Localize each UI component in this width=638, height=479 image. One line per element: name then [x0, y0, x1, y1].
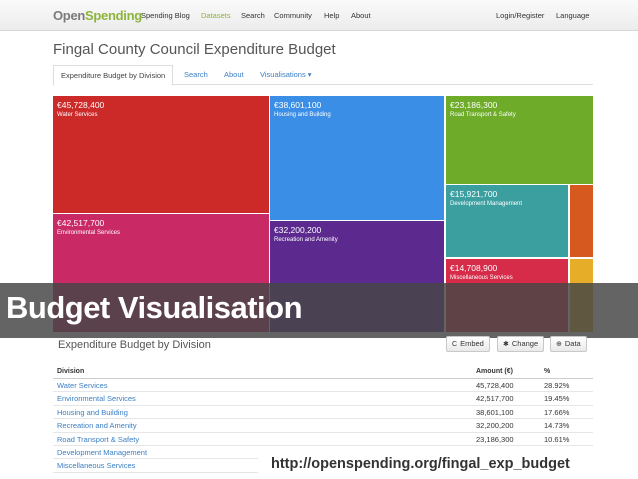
- tab-visualisations[interactable]: Visualisations ▾: [260, 65, 312, 85]
- nav-language[interactable]: Language: [556, 11, 589, 20]
- division-link[interactable]: Water Services: [57, 381, 108, 390]
- tab-bar: Expenditure Budget by Division Search Ab…: [53, 65, 593, 86]
- nav-community[interactable]: Community: [274, 11, 312, 20]
- percent-cell: 10.61%: [544, 434, 570, 444]
- treemap-cell[interactable]: €23,186,300 Road Transport & Safety: [446, 96, 593, 184]
- nav-help[interactable]: Help: [324, 11, 339, 20]
- percent-cell: 28.92%: [544, 381, 570, 390]
- banner-title: Budget Visualisation: [6, 290, 303, 325]
- nav-about[interactable]: About: [351, 11, 371, 20]
- division-link[interactable]: Recreation and Amenity: [57, 421, 137, 430]
- data-icon: ⊕: [556, 341, 562, 348]
- treemap-cell[interactable]: €45,728,400 Water Services: [53, 96, 269, 213]
- treemap-cell[interactable]: €38,601,100 Housing and Building: [270, 96, 444, 220]
- openspending-logo[interactable]: OpenSpending: [53, 8, 142, 23]
- nav-spending-blog[interactable]: Spending Blog: [141, 11, 190, 20]
- table-row: Environmental Services 42,517,700 19.45%: [53, 392, 593, 406]
- division-link[interactable]: Housing and Building: [57, 408, 128, 417]
- treemap-cell[interactable]: [570, 185, 593, 257]
- division-link[interactable]: Development Management: [57, 448, 147, 457]
- tab-search[interactable]: Search: [184, 65, 208, 85]
- nav-search[interactable]: Search: [241, 11, 265, 20]
- amount-cell: 45,728,400: [476, 381, 514, 390]
- embed-button[interactable]: C Embed: [446, 336, 490, 352]
- table-header: Division Amount (€) %: [53, 367, 593, 379]
- percent-cell: 14.73%: [544, 421, 570, 431]
- division-link[interactable]: Road Transport & Safety: [57, 435, 139, 444]
- dataset-url: http://openspending.org/fingal_exp_budge…: [271, 456, 570, 472]
- data-button[interactable]: ⊕ Data: [550, 336, 587, 352]
- table-row: Recreation and Amenity 32,200,200 14.73%: [53, 419, 593, 433]
- percent-cell: 19.45%: [544, 394, 570, 404]
- column-header-division[interactable]: Division: [57, 368, 84, 375]
- division-link[interactable]: Miscellaneous Services: [57, 461, 135, 470]
- top-navbar: OpenSpending Spending Blog Datasets Sear…: [0, 0, 638, 31]
- amount-cell: 32,200,200: [476, 421, 514, 431]
- treemap-cell[interactable]: €15,921,700 Development Management: [446, 185, 568, 257]
- column-header-percent[interactable]: %: [544, 368, 550, 375]
- division-link[interactable]: Environmental Services: [57, 394, 136, 403]
- nav-datasets[interactable]: Datasets: [201, 11, 231, 20]
- amount-cell: 38,601,100: [476, 407, 514, 417]
- embed-icon: C: [452, 341, 458, 348]
- table-row: Water Services 45,728,400 28.92%: [53, 379, 593, 393]
- gear-icon: ✱: [503, 341, 509, 348]
- percent-cell: 17.66%: [544, 407, 570, 417]
- section-title: Expenditure Budget by Division: [58, 339, 211, 351]
- column-header-amount[interactable]: Amount (€): [476, 368, 513, 375]
- amount-cell: 42,517,700: [476, 394, 514, 404]
- page-title: Fingal County Council Expenditure Budget: [53, 41, 336, 58]
- tab-expenditure-budget-by-division[interactable]: Expenditure Budget by Division: [53, 65, 174, 86]
- tab-about[interactable]: About: [224, 65, 244, 85]
- amount-cell: 23,186,300: [476, 434, 514, 444]
- table-row: Housing and Building 38,601,100 17.66%: [53, 406, 593, 420]
- table-row: Road Transport & Safety 23,186,300 10.61…: [53, 433, 593, 446]
- change-button[interactable]: ✱ Change: [497, 336, 545, 352]
- nav-login-register[interactable]: Login/Register: [496, 11, 544, 20]
